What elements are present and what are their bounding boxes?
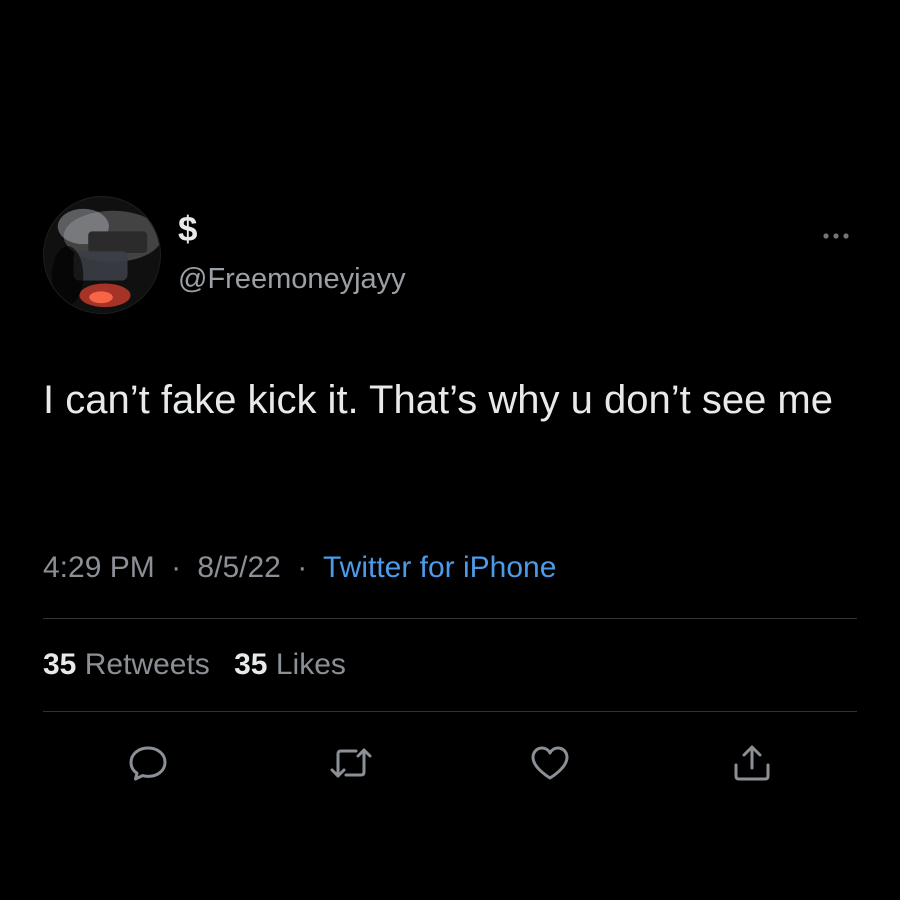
likes-label: Likes bbox=[275, 648, 346, 681]
share-icon[interactable] bbox=[730, 743, 774, 783]
more-horizontal-icon[interactable] bbox=[818, 226, 854, 246]
tweet-card: $ @Freemoneyjayy I can’t fake kick it. T… bbox=[0, 0, 900, 900]
divider bbox=[43, 618, 857, 619]
tweet-meta: 4:29 PM · 8/5/22 · Twitter for iPhone bbox=[43, 549, 556, 587]
divider bbox=[43, 711, 857, 712]
retweets-count: 35 bbox=[43, 648, 77, 681]
tweet-stats: 35 Retweets 35 Likes bbox=[43, 646, 362, 684]
meta-separator: · bbox=[297, 551, 308, 584]
tweet-date[interactable]: 8/5/22 bbox=[197, 551, 280, 584]
avatar[interactable] bbox=[43, 196, 161, 314]
user-handle[interactable]: @Freemoneyjayy bbox=[178, 261, 406, 297]
heart-icon[interactable] bbox=[528, 743, 572, 783]
meta-separator: · bbox=[171, 551, 182, 584]
avatar-image bbox=[44, 197, 160, 313]
display-name[interactable]: $ bbox=[178, 210, 197, 250]
tweet-text: I can’t fake kick it. That’s why u don’t… bbox=[43, 378, 833, 422]
tweet-time[interactable]: 4:29 PM bbox=[43, 551, 155, 584]
likes-stat[interactable]: 35 Likes bbox=[234, 648, 346, 681]
likes-count: 35 bbox=[234, 648, 268, 681]
retweets-label: Retweets bbox=[84, 648, 210, 681]
tweet-source-link[interactable]: Twitter for iPhone bbox=[323, 551, 556, 584]
retweet-icon[interactable] bbox=[329, 743, 373, 783]
retweets-stat[interactable]: 35 Retweets bbox=[43, 648, 210, 681]
reply-icon[interactable] bbox=[126, 743, 170, 783]
